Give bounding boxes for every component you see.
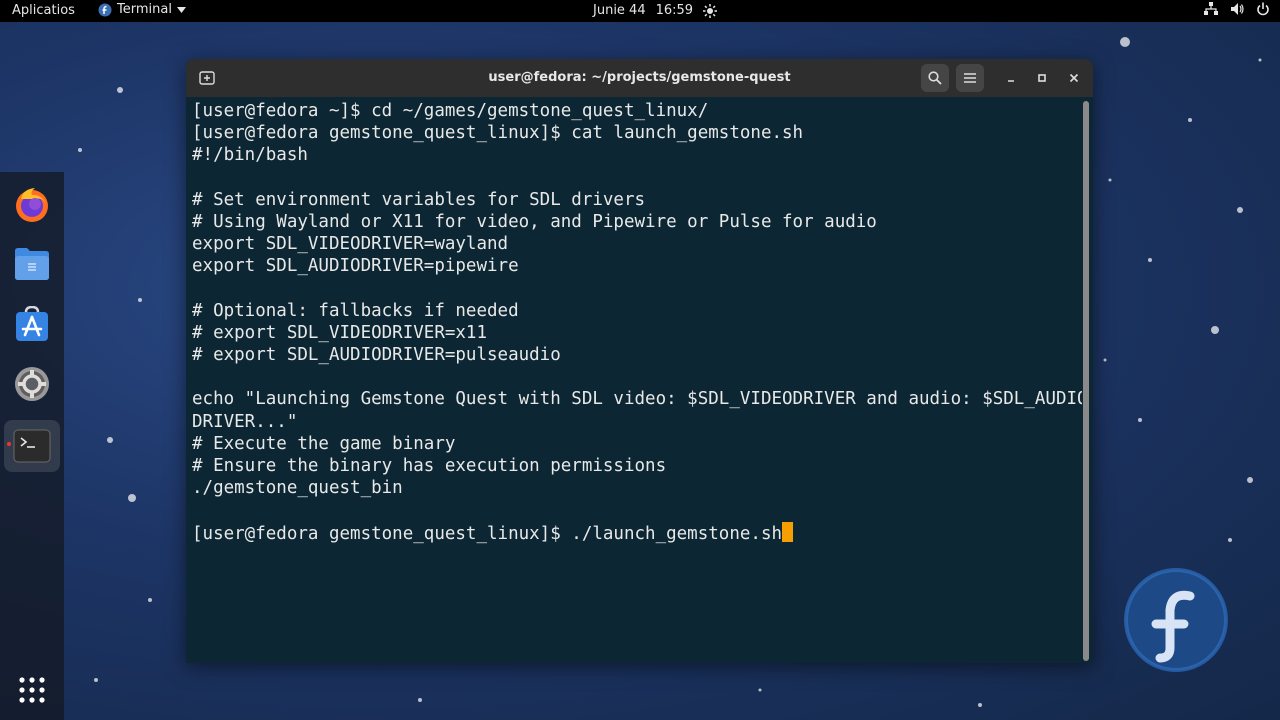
dock-item-software[interactable] bbox=[12, 304, 52, 344]
terminal-line: # Set environment variables for SDL driv… bbox=[192, 189, 646, 210]
dock-item-show-apps[interactable] bbox=[12, 670, 52, 710]
fedora-small-icon bbox=[98, 3, 112, 16]
firefox-icon bbox=[16, 188, 48, 222]
terminal-window: user@fedora: ~/projects/gemstone-quest [… bbox=[186, 59, 1093, 663]
dock-item-firefox[interactable] bbox=[12, 184, 52, 224]
terminal-line: [user@fedora ~]$ cd ~/games/gemstone_que… bbox=[192, 101, 709, 121]
hamburger-icon bbox=[964, 73, 976, 83]
terminal-line: # export SDL_AUDIODRIVER=pulseaudio bbox=[192, 345, 561, 366]
power-icon bbox=[1257, 2, 1269, 16]
terminal-line: # Ensure the binary has execution permis… bbox=[192, 456, 667, 476]
window-titlebar[interactable]: user@fedora: ~/projects/gemstone-quest bbox=[186, 59, 1093, 97]
system-tray[interactable] bbox=[1204, 2, 1270, 16]
terminal-line: [user@fedora gemstone_quest_linux]$ ./la… bbox=[192, 521, 1082, 544]
terminal-output[interactable]: [user@fedora ~]$ cd ~/games/gemstone_que… bbox=[192, 100, 1082, 660]
terminal-line: DRIVER..." bbox=[192, 411, 298, 432]
gear-icon bbox=[15, 367, 49, 401]
folder-icon bbox=[15, 248, 49, 280]
clock-date: Junie 44 bbox=[593, 3, 646, 18]
volume-icon bbox=[1231, 3, 1244, 15]
terminal-line: # Execute the game binary bbox=[192, 433, 456, 454]
menu-button[interactable] bbox=[956, 64, 984, 92]
terminal-line: [user@fedora gemstone_quest_linux]$ cat … bbox=[192, 123, 804, 144]
dock-item-files[interactable] bbox=[12, 244, 52, 284]
dock-item-settings[interactable] bbox=[12, 364, 52, 404]
search-button[interactable] bbox=[921, 64, 949, 92]
search-icon bbox=[928, 71, 942, 85]
minimize-icon bbox=[1008, 80, 1014, 82]
maximize-button[interactable] bbox=[1032, 68, 1052, 88]
terminal-line: export SDL_VIDEODRIVER=wayland bbox=[192, 234, 509, 255]
dock-item-terminal[interactable] bbox=[4, 420, 60, 472]
terminal-line: export SDL_AUDIODRIVER=pipewire bbox=[192, 256, 519, 277]
grid-icon bbox=[19, 677, 45, 703]
close-button[interactable] bbox=[1064, 68, 1084, 88]
terminal-line: echo "Launching Gemstone Quest with SDL … bbox=[192, 389, 1082, 410]
clock-time: 16:59 bbox=[655, 3, 694, 18]
top-bar: Aplicatios Terminal Junie 44 16:59 bbox=[0, 0, 1280, 22]
terminal-line: #!/bin/bash bbox=[192, 145, 308, 166]
app-store-icon bbox=[16, 306, 48, 341]
terminal-line: ./gemstone_quest_bin bbox=[192, 478, 403, 499]
terminal-line: # export SDL_VIDEODRIVER=x11 bbox=[192, 322, 488, 343]
terminal-line: # Optional: fallbacks if needed bbox=[192, 300, 519, 321]
scrollbar[interactable] bbox=[1083, 101, 1089, 661]
terminal-icon bbox=[13, 429, 51, 463]
clock-button[interactable]: Junie 44 16:59 bbox=[593, 3, 718, 18]
network-icon bbox=[1204, 2, 1218, 15]
maximize-icon bbox=[1038, 74, 1046, 82]
app-menu-label: Terminal bbox=[117, 2, 172, 17]
sun-icon bbox=[703, 3, 718, 18]
minimize-button[interactable] bbox=[1001, 68, 1021, 88]
running-indicator bbox=[7, 442, 11, 446]
terminal-cursor bbox=[782, 521, 794, 542]
app-menu[interactable]: Terminal bbox=[98, 2, 186, 17]
chevron-down-icon bbox=[176, 6, 186, 13]
dock bbox=[0, 172, 64, 720]
terminal-line: # Using Wayland or X11 for video, and Pi… bbox=[192, 211, 877, 232]
fedora-logo bbox=[1124, 568, 1228, 672]
activities-button[interactable]: Aplicatios bbox=[12, 3, 75, 18]
close-icon bbox=[1069, 73, 1079, 83]
